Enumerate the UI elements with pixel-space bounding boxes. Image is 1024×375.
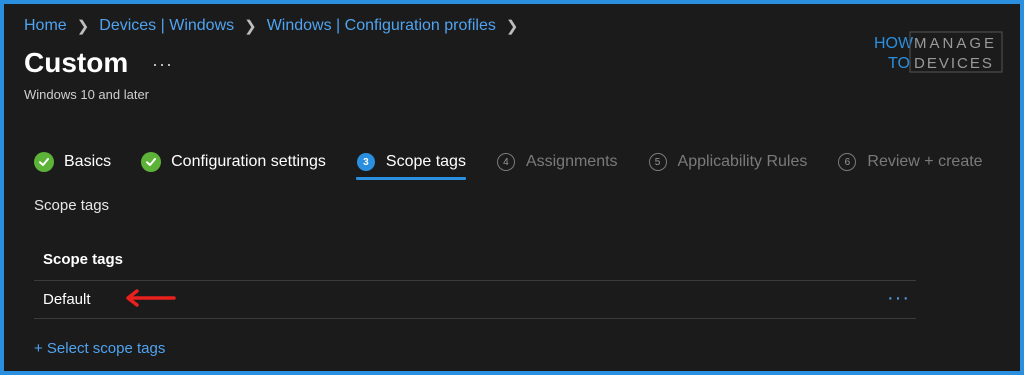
tab-label: Applicability Rules bbox=[677, 153, 808, 170]
step-number-icon: 4 bbox=[496, 153, 515, 171]
tab-configuration-settings[interactable]: Configuration settings bbox=[141, 145, 326, 179]
step-number-icon: 6 bbox=[838, 153, 857, 171]
scope-tag-value: Default bbox=[43, 291, 91, 308]
section-heading: Scope tags bbox=[34, 197, 110, 214]
tab-label: Scope tags bbox=[385, 153, 466, 170]
tab-label: Assignments bbox=[525, 153, 618, 170]
page-subtitle: Windows 10 and later bbox=[24, 87, 150, 102]
tab-label: Review + create bbox=[867, 153, 983, 170]
tab-assignments[interactable]: 4 Assignments bbox=[496, 145, 618, 179]
page-title: Custom bbox=[24, 47, 129, 78]
breadcrumb: Home ❯ Devices | Windows ❯ Windows | Con… bbox=[24, 16, 528, 36]
tab-applicability-rules[interactable]: 5 Applicability Rules bbox=[648, 145, 808, 179]
tab-label: Configuration settings bbox=[171, 153, 326, 170]
tab-label: Basics bbox=[64, 153, 112, 170]
wizard-tabs: Basics Configuration settings 3 Scope ta… bbox=[34, 144, 983, 180]
step-number-icon: 3 bbox=[356, 153, 375, 171]
check-icon bbox=[34, 152, 54, 172]
more-options-button[interactable]: ··· bbox=[152, 54, 173, 75]
chevron-right-icon: ❯ bbox=[244, 18, 257, 35]
logo-to-text: TO bbox=[888, 55, 910, 72]
logo-manage-text: MANAGE bbox=[914, 35, 997, 52]
red-arrow-annotation-icon bbox=[126, 289, 176, 307]
logo-how-text: HOW bbox=[874, 35, 914, 52]
check-icon bbox=[141, 152, 162, 172]
tab-basics[interactable]: Basics bbox=[34, 145, 111, 179]
step-number-icon: 5 bbox=[648, 153, 667, 171]
breadcrumb-home[interactable]: Home bbox=[24, 17, 67, 35]
row-more-options-button[interactable]: ··· bbox=[887, 287, 910, 310]
tab-review-create[interactable]: 6 Review + create bbox=[837, 145, 983, 179]
app-frame: Home ❯ Devices | Windows ❯ Windows | Con… bbox=[0, 0, 1024, 375]
tab-scope-tags[interactable]: 3 Scope tags bbox=[355, 145, 467, 180]
select-scope-tags-link[interactable]: + Select scope tags bbox=[34, 340, 165, 357]
howto-manage-devices-logo: HOW TO MANAGE DEVICES bbox=[874, 31, 1003, 73]
logo-devices-text: DEVICES bbox=[914, 55, 994, 72]
chevron-right-icon: ❯ bbox=[76, 18, 90, 35]
breadcrumb-devices-windows[interactable]: Devices | Windows bbox=[99, 17, 234, 35]
chevron-right-icon: ❯ bbox=[505, 18, 519, 35]
column-header-scope-tags: Scope tags bbox=[34, 240, 916, 281]
breadcrumb-configuration-profiles[interactable]: Windows | Configuration profiles bbox=[267, 17, 496, 35]
